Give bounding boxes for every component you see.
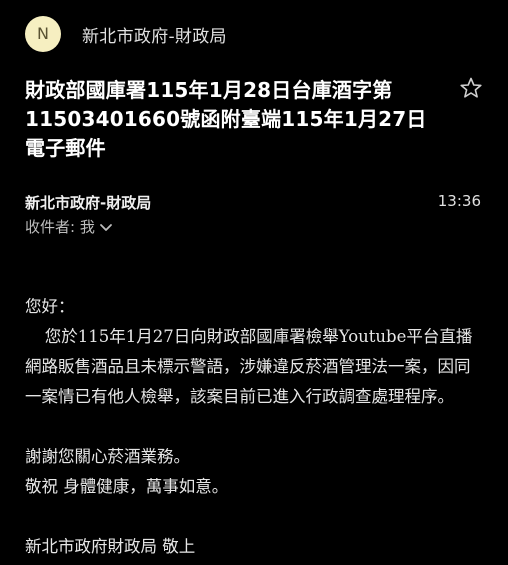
star-icon[interactable] bbox=[459, 76, 483, 100]
chevron-down-icon bbox=[99, 220, 113, 234]
top-bar: N 新北市政府-財政局 bbox=[0, 0, 508, 64]
body-wishes: 敬祝 身體健康，萬事如意。 bbox=[25, 477, 229, 496]
recipient-details-toggle[interactable]: 收件者: 我 bbox=[25, 216, 113, 237]
sender-header: 新北市政府-財政局 bbox=[82, 27, 227, 47]
email-time: 13:36 bbox=[437, 192, 481, 210]
body-greeting: 您好： bbox=[25, 297, 75, 316]
email-body: 您好： 您於115年1月27日向財政部國庫署檢舉Youtube平台直播網路販售酒… bbox=[25, 292, 485, 562]
body-paragraph: 您於115年1月27日向財政部國庫署檢舉Youtube平台直播網路販售酒品且未標… bbox=[25, 327, 473, 406]
body-thanks: 謝謝您關心菸酒業務。 bbox=[25, 447, 190, 466]
body-signature: 新北市政府財政局 敬上 bbox=[25, 537, 196, 556]
recipient-label: 收件者: 我 bbox=[25, 218, 95, 236]
avatar[interactable]: N bbox=[25, 16, 61, 52]
email-subject: 財政部國庫署115年1月28日台庫酒字第11503401660號函附臺端115年… bbox=[25, 78, 427, 160]
email-from: 新北市政府-財政局 bbox=[25, 194, 152, 212]
